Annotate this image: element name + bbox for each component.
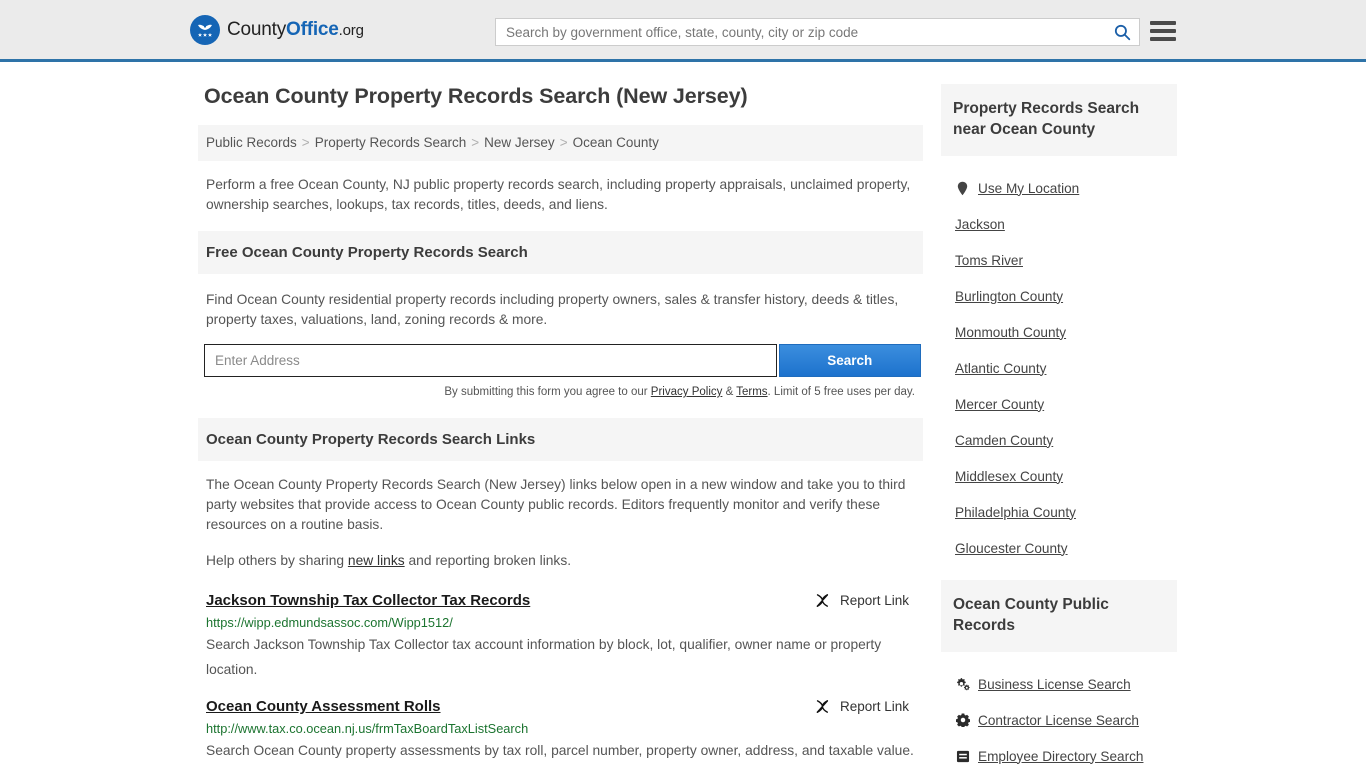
sidebar-item-mercer-county[interactable]: Mercer County — [941, 386, 1177, 422]
brand-part-org: .org — [338, 21, 364, 39]
breadcrumb: Public Records > Property Records Search > N… — [198, 125, 923, 161]
page-title: Ocean County Property Records Search (Ne… — [204, 84, 748, 108]
result-header-row: Ocean County Assessment Rolls Report Lin… — [206, 698, 915, 715]
sidebar-item-monmouth-county[interactable]: Monmouth County — [941, 314, 1177, 350]
sidebar-link-label[interactable]: Contractor License Search — [978, 713, 1139, 728]
hamburger-menu-icon[interactable] — [1150, 21, 1176, 41]
result-item: Ocean County Assessment Rolls Report Lin… — [198, 682, 923, 763]
sidebar-link-label[interactable]: Use My Location — [978, 181, 1079, 196]
county-office-emblem-icon — [190, 14, 220, 45]
sidebar-link-label[interactable]: Philadelphia County — [955, 505, 1076, 520]
brand-wordmark: CountyOffice.org — [227, 19, 364, 41]
form-terms-text: By submitting this form you agree to our… — [198, 377, 921, 398]
sidebar-public-records-heading: Ocean County Public Records — [941, 580, 1177, 652]
sidebar-link-label[interactable]: Gloucester County — [955, 541, 1068, 556]
privacy-policy-link[interactable]: Privacy Policy — [651, 386, 723, 398]
brand-part-office: Office — [286, 18, 339, 40]
links-section-heading: Ocean County Property Records Search Lin… — [198, 418, 923, 461]
result-title-link[interactable]: Ocean County Assessment Rolls — [206, 698, 441, 715]
hamburger-bar — [1150, 21, 1176, 25]
report-link-label: Report Link — [839, 699, 909, 714]
sidebar-item-middlesex-county[interactable]: Middlesex County — [941, 458, 1177, 494]
breadcrumb-separator: > — [559, 135, 568, 150]
result-header-row: Jackson Township Tax Collector Tax Recor… — [206, 592, 915, 609]
sidebar-item-jackson[interactable]: Jackson — [941, 206, 1177, 242]
unlink-icon — [816, 594, 829, 607]
page-intro-text: Perform a free Ocean County, NJ public p… — [206, 177, 911, 212]
sidebar-link-label[interactable]: Jackson — [955, 217, 1005, 232]
global-search-bar — [495, 18, 1140, 46]
result-title-link[interactable]: Jackson Township Tax Collector Tax Recor… — [206, 592, 530, 609]
terms-suffix: . Limit of 5 free uses per day. — [767, 386, 915, 398]
result-description: Search Jackson Township Tax Collector ta… — [206, 637, 882, 677]
sidebar-link-label[interactable]: Camden County — [955, 433, 1053, 448]
sidebar-item-camden-county[interactable]: Camden County — [941, 422, 1177, 458]
result-item: Jackson Township Tax Collector Tax Recor… — [198, 574, 923, 682]
sidebar-item-contractor-license-search[interactable]: Contractor License Search — [941, 702, 1177, 738]
sidebar-item-burlington-county[interactable]: Burlington County — [941, 278, 1177, 314]
address-search-button[interactable]: Search — [778, 344, 921, 377]
breadcrumb-item-ocean-county[interactable]: Ocean County — [573, 135, 659, 150]
page-body: Ocean County Property Records Search (Ne… — [0, 84, 1366, 768]
sidebar-link-label[interactable]: Atlantic County — [955, 361, 1046, 376]
address-book-icon — [955, 750, 970, 763]
breadcrumb-separator: > — [301, 135, 310, 150]
gear-icon — [955, 713, 970, 727]
main-content: Ocean County Property Records Search (Ne… — [198, 84, 923, 768]
result-description: Search Ocean County property assessments… — [206, 743, 914, 758]
sidebar-item-gloucester-county[interactable]: Gloucester County — [941, 530, 1177, 566]
sidebar-link-label[interactable]: Business License Search — [978, 677, 1131, 692]
sidebar-link-label[interactable]: Middlesex County — [955, 469, 1063, 484]
address-input[interactable] — [204, 344, 777, 377]
links-section-description: The Ocean County Property Records Search… — [206, 477, 906, 532]
sidebar-item-business-license-search[interactable]: Business License Search — [941, 666, 1177, 702]
help-others-line: Help others by sharing new links and rep… — [198, 537, 923, 574]
help-prefix: Help others by sharing — [206, 553, 348, 568]
site-header: CountyOffice.org — [0, 0, 1366, 62]
help-suffix: and reporting broken links. — [404, 553, 572, 568]
hamburger-bar — [1150, 37, 1176, 41]
report-link-button[interactable]: Report Link — [814, 592, 915, 609]
map-pin-icon — [955, 181, 970, 196]
global-search-button[interactable] — [1105, 19, 1139, 45]
sidebar-link-label[interactable]: Monmouth County — [955, 325, 1066, 340]
breadcrumb-item-property-records-search[interactable]: Property Records Search — [315, 135, 467, 150]
new-links-link[interactable]: new links — [348, 553, 405, 568]
breadcrumb-item-new-jersey[interactable]: New Jersey — [484, 135, 555, 150]
sidebar-item-employee-directory-search[interactable]: Employee Directory Search — [941, 738, 1177, 768]
result-url: https://wipp.edmundsassoc.com/Wipp1512/ — [206, 615, 453, 630]
brand-part-county: County — [227, 18, 287, 40]
global-search-input[interactable] — [496, 19, 1105, 45]
address-search-form: Search — [204, 344, 921, 377]
sidebar-item-philadelphia-county[interactable]: Philadelphia County — [941, 494, 1177, 530]
terms-ampersand: & — [722, 386, 737, 398]
sidebar-link-label[interactable]: Toms River — [955, 253, 1023, 268]
free-search-heading: Free Ocean County Property Records Searc… — [198, 231, 923, 274]
site-logo[interactable]: CountyOffice.org — [190, 14, 364, 45]
report-link-label: Report Link — [839, 593, 909, 608]
sidebar-link-label[interactable]: Burlington County — [955, 289, 1063, 304]
sidebar-item-use-my-location[interactable]: Use My Location — [941, 170, 1177, 206]
sidebar-item-toms-river[interactable]: Toms River — [941, 242, 1177, 278]
hamburger-bar — [1150, 29, 1176, 33]
sidebar: Property Records Search near Ocean Count… — [941, 84, 1177, 768]
breadcrumb-item-public-records[interactable]: Public Records — [206, 135, 297, 150]
cogs-icon — [955, 677, 970, 691]
terms-link[interactable]: Terms — [736, 386, 767, 398]
sidebar-link-label[interactable]: Employee Directory Search — [978, 749, 1143, 764]
sidebar-link-label[interactable]: Mercer County — [955, 397, 1044, 412]
search-icon — [1114, 24, 1130, 40]
unlink-icon — [816, 700, 829, 713]
terms-prefix: By submitting this form you agree to our — [444, 386, 651, 398]
sidebar-item-atlantic-county[interactable]: Atlantic County — [941, 350, 1177, 386]
breadcrumb-separator: > — [471, 135, 480, 150]
sidebar-nearby-list: Use My Location Jackson Toms River Burli… — [941, 156, 1177, 566]
free-search-description: Find Ocean County residential property r… — [206, 292, 899, 327]
report-link-button[interactable]: Report Link — [814, 698, 915, 715]
result-url: http://www.tax.co.ocean.nj.us/frmTaxBoar… — [206, 721, 529, 736]
sidebar-public-records-list: Business License Search Contractor Licen… — [941, 652, 1177, 768]
sidebar-nearby-heading: Property Records Search near Ocean Count… — [941, 84, 1177, 156]
